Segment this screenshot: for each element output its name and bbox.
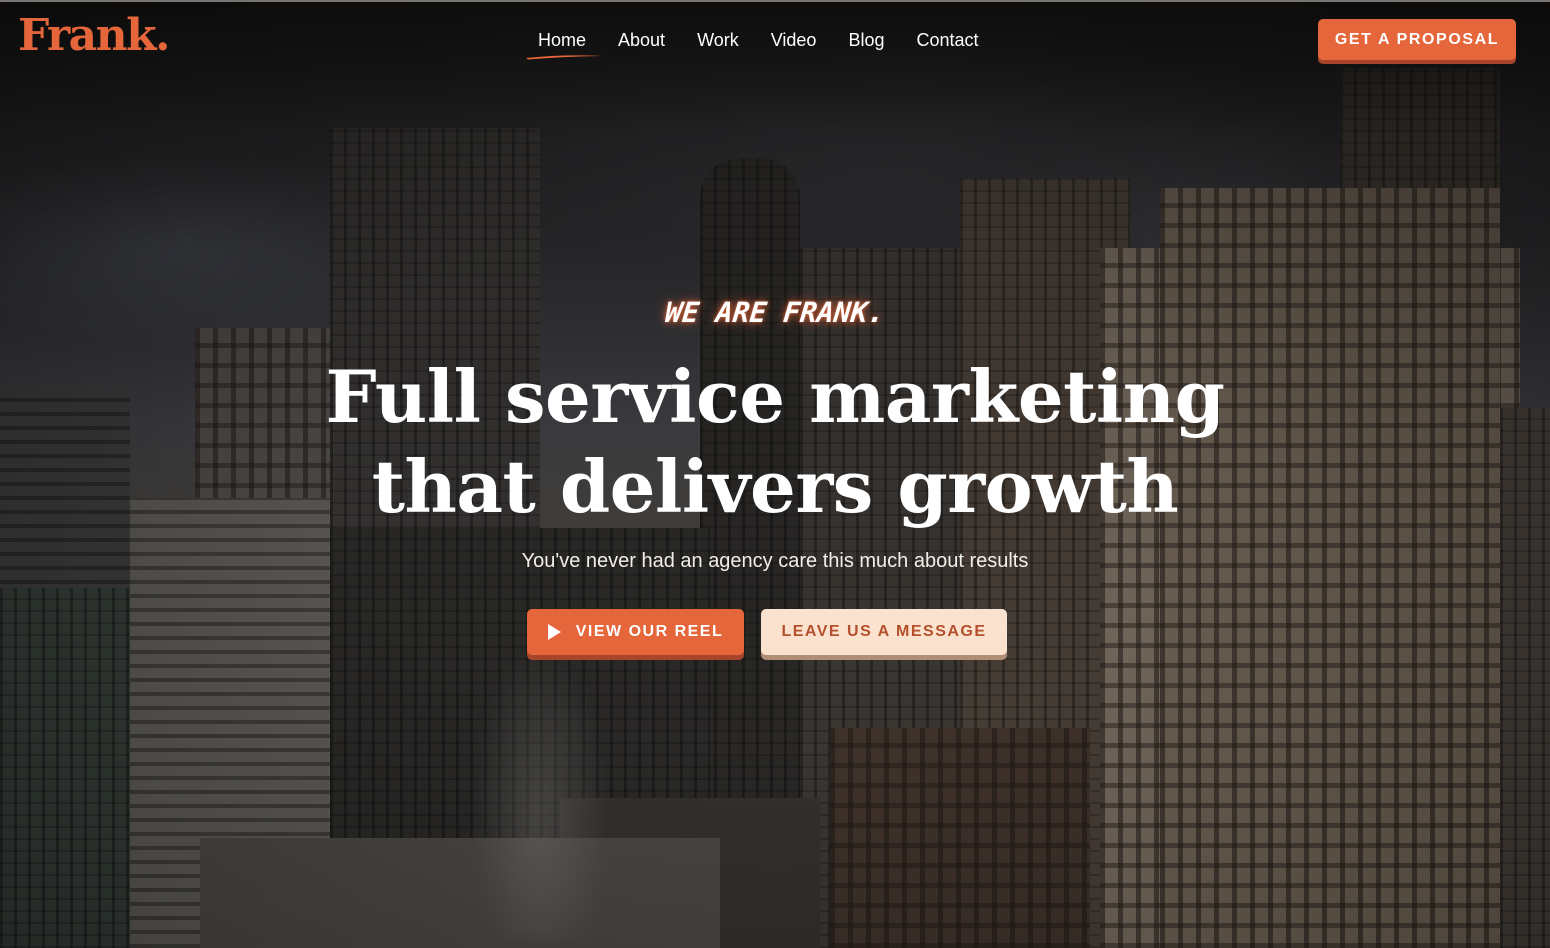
frank-logo[interactable]: Frank. <box>18 14 170 58</box>
nav-item-label: Work <box>697 30 739 50</box>
view-our-reel-label: VIEW OUR REEL <box>575 623 724 640</box>
active-underline-icon <box>526 55 602 60</box>
main-nav: Home About Work Video Blog Contact <box>522 29 995 60</box>
nav-item-work[interactable]: Work <box>681 29 755 51</box>
nav-item-label: Home <box>538 30 587 50</box>
nav-item-video[interactable]: Video <box>755 29 833 51</box>
hero-eyebrow: WE ARE FRANK. <box>663 296 887 329</box>
hero-headline: Full service marketing that delivers gro… <box>0 352 1550 532</box>
site-header: Frank. Home About Work Video Blog Contac <box>0 0 1550 80</box>
nav-item-about[interactable]: About <box>602 29 681 51</box>
hero-headline-line-1: Full service marketing <box>325 354 1225 439</box>
nav-item-home[interactable]: Home <box>522 29 602 60</box>
page: Frank. Home About Work Video Blog Contac <box>0 0 1550 948</box>
get-a-proposal-button[interactable]: GET A PROPOSAL <box>1318 19 1516 60</box>
play-icon <box>547 624 561 640</box>
nav-item-blog[interactable]: Blog <box>832 29 900 51</box>
leave-us-a-message-button[interactable]: LEAVE US A MESSAGE <box>761 609 1007 655</box>
nav-item-label: Contact <box>916 30 979 50</box>
leave-us-a-message-label: LEAVE US A MESSAGE <box>781 623 987 640</box>
nav-item-label: Blog <box>848 30 885 50</box>
view-our-reel-button[interactable]: VIEW OUR REEL <box>527 609 744 655</box>
nav-item-contact[interactable]: Contact <box>900 29 994 51</box>
hero-headline-line-2: that delivers growth <box>371 444 1179 529</box>
nav-item-label: Video <box>770 30 817 50</box>
hero-subhead: You've never had an agency care this muc… <box>521 550 1029 572</box>
nav-item-label: About <box>618 30 666 50</box>
